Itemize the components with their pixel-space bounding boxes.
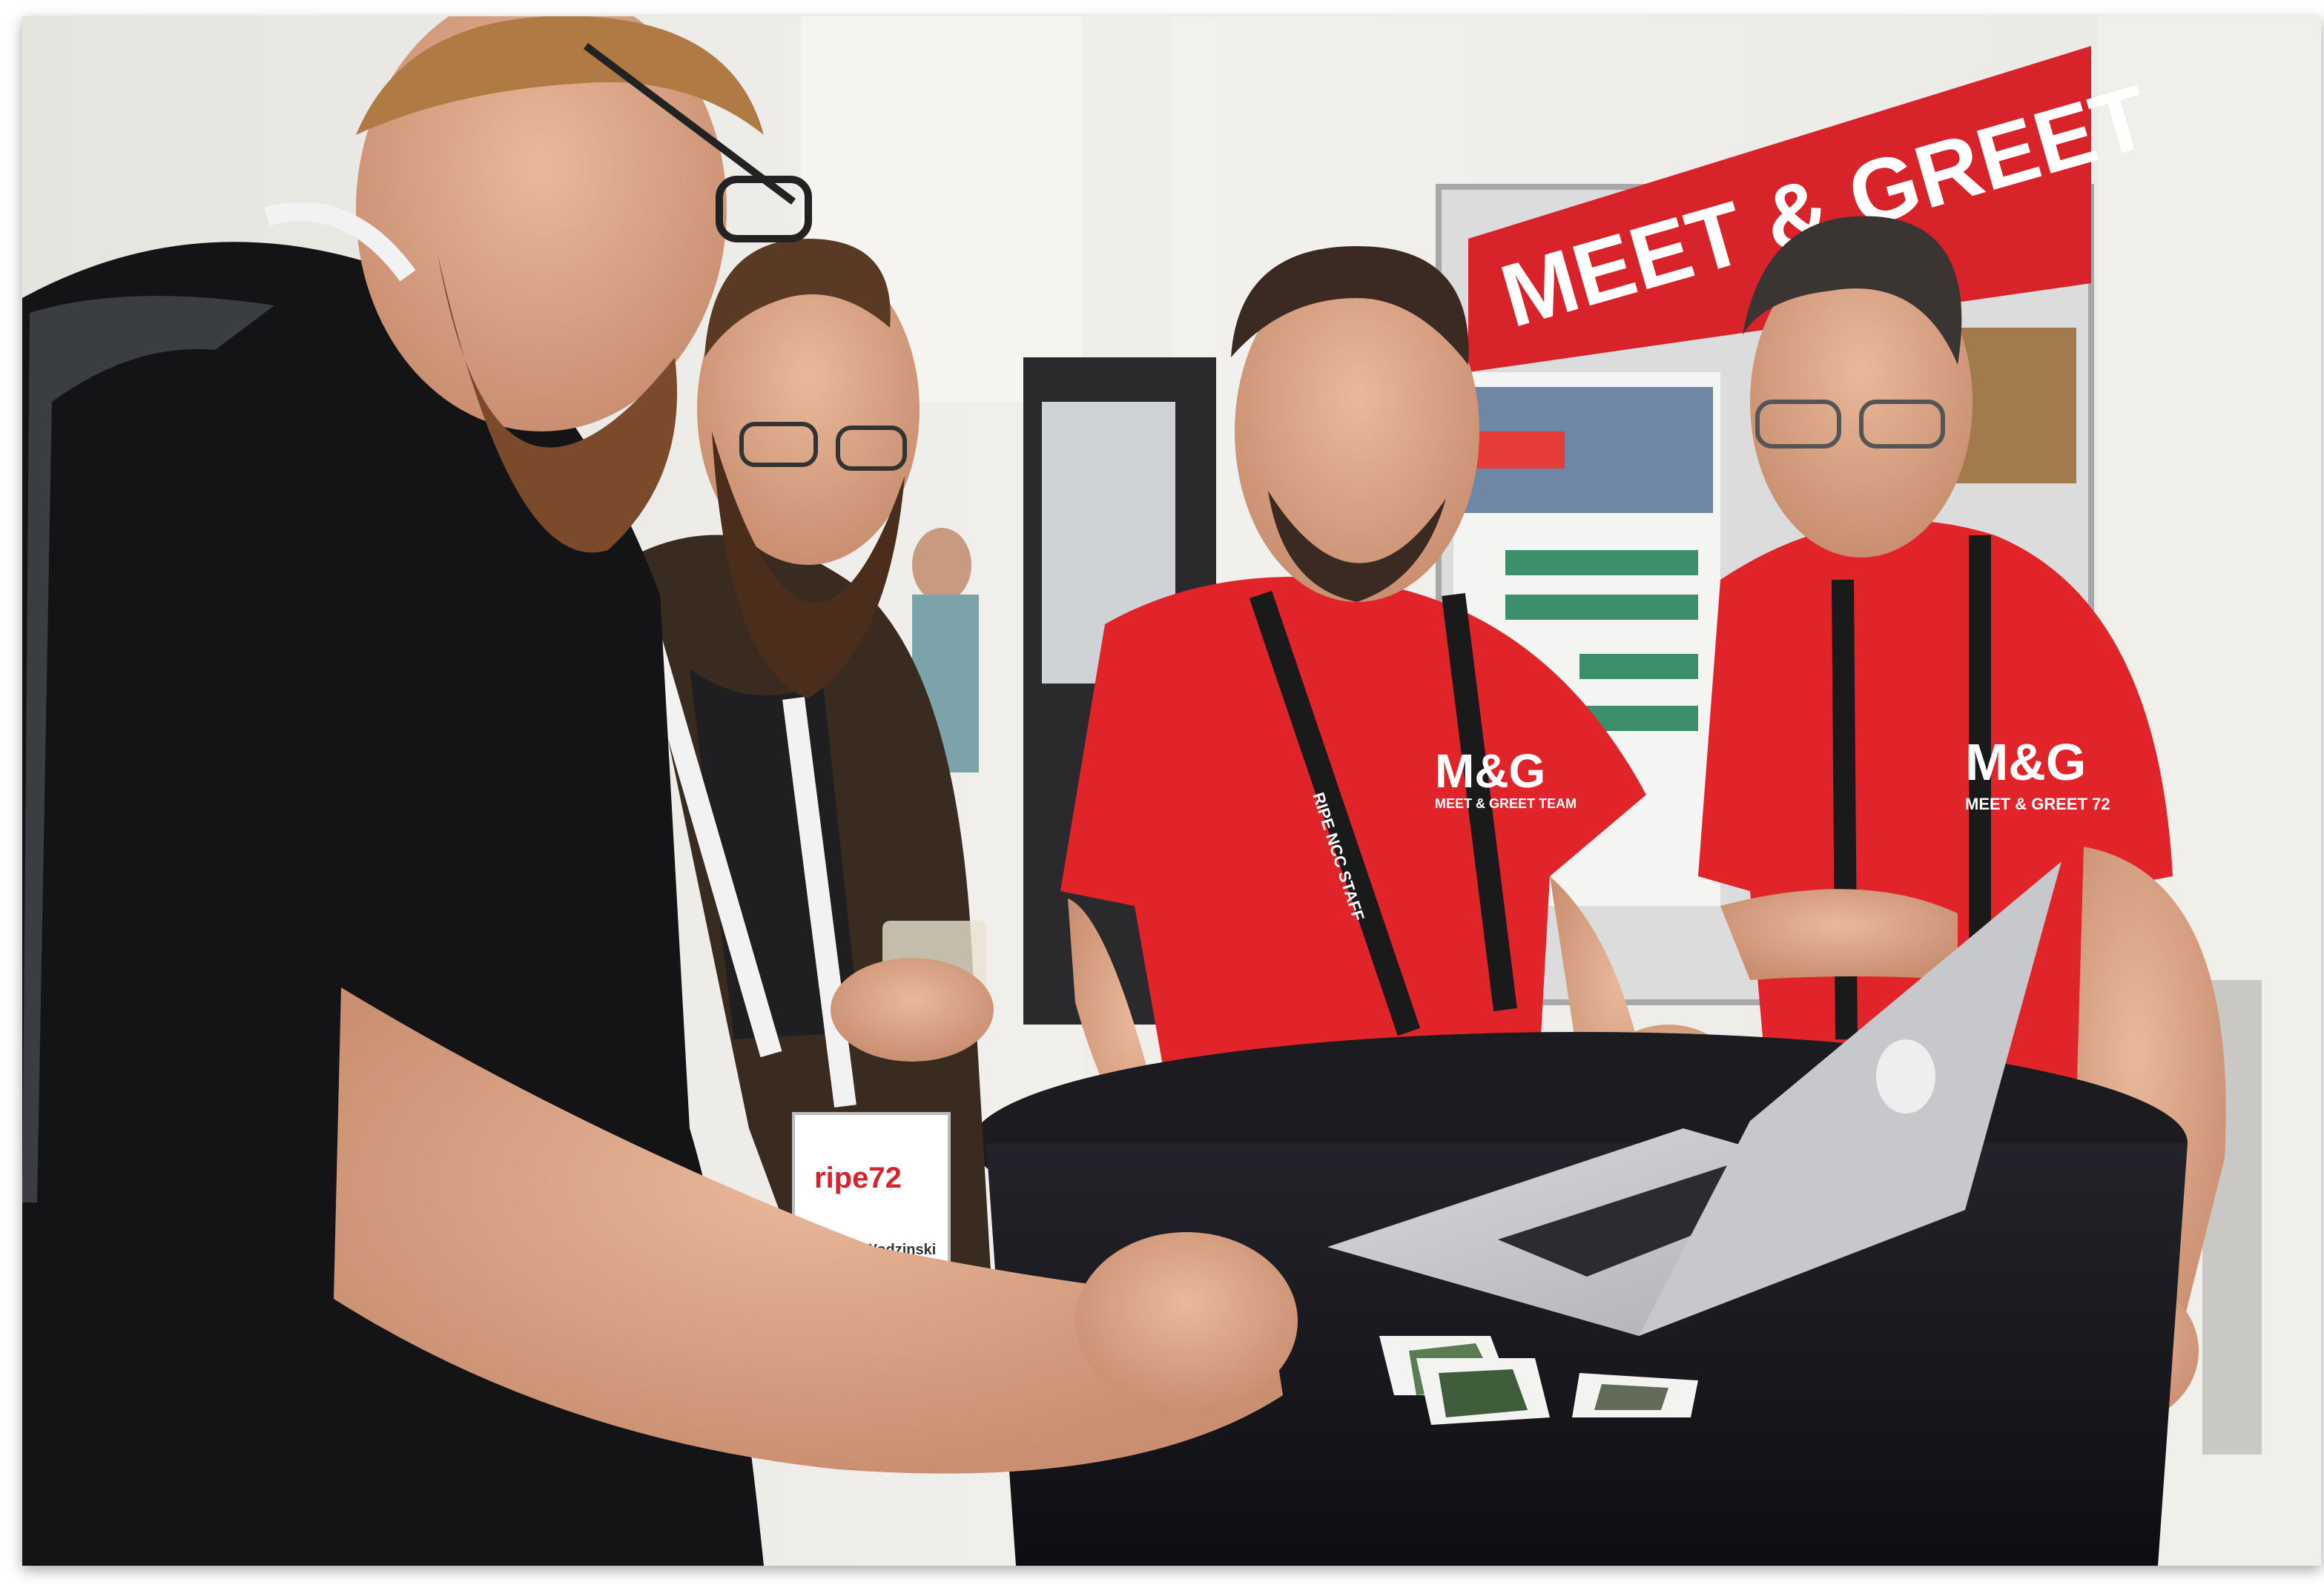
ripe-logo-mark: [1476, 431, 1565, 469]
event-photo: MEET & GREET M&G MEET & GREET 72 RIPE NC…: [22, 16, 2321, 1566]
schedule-row: [1505, 595, 1698, 620]
right-staff-pointing-arm: [1720, 889, 1958, 980]
middle-man-hand: [831, 958, 994, 1062]
sticker-print: [1594, 1384, 1668, 1410]
front-man-hand: [1075, 1232, 1298, 1410]
apple-logo: [1876, 1039, 1935, 1114]
center-shirt-logo: M&G: [1435, 744, 1545, 798]
center-shirt-subtext: MEET & GREET TEAM: [1435, 796, 1577, 811]
schedule-row: [1505, 550, 1698, 575]
right-shirt-logo: M&G: [1965, 733, 2086, 791]
schedule-row: [1579, 654, 1698, 679]
right-shirt-subtext: MEET & GREET 72: [1965, 795, 2110, 813]
photo-frame: MEET & GREET M&G MEET & GREET 72 RIPE NC…: [22, 16, 2321, 1566]
sticker-print: [1439, 1369, 1528, 1417]
badge-event: ripe72: [814, 1162, 902, 1194]
background-person-head: [912, 528, 971, 602]
